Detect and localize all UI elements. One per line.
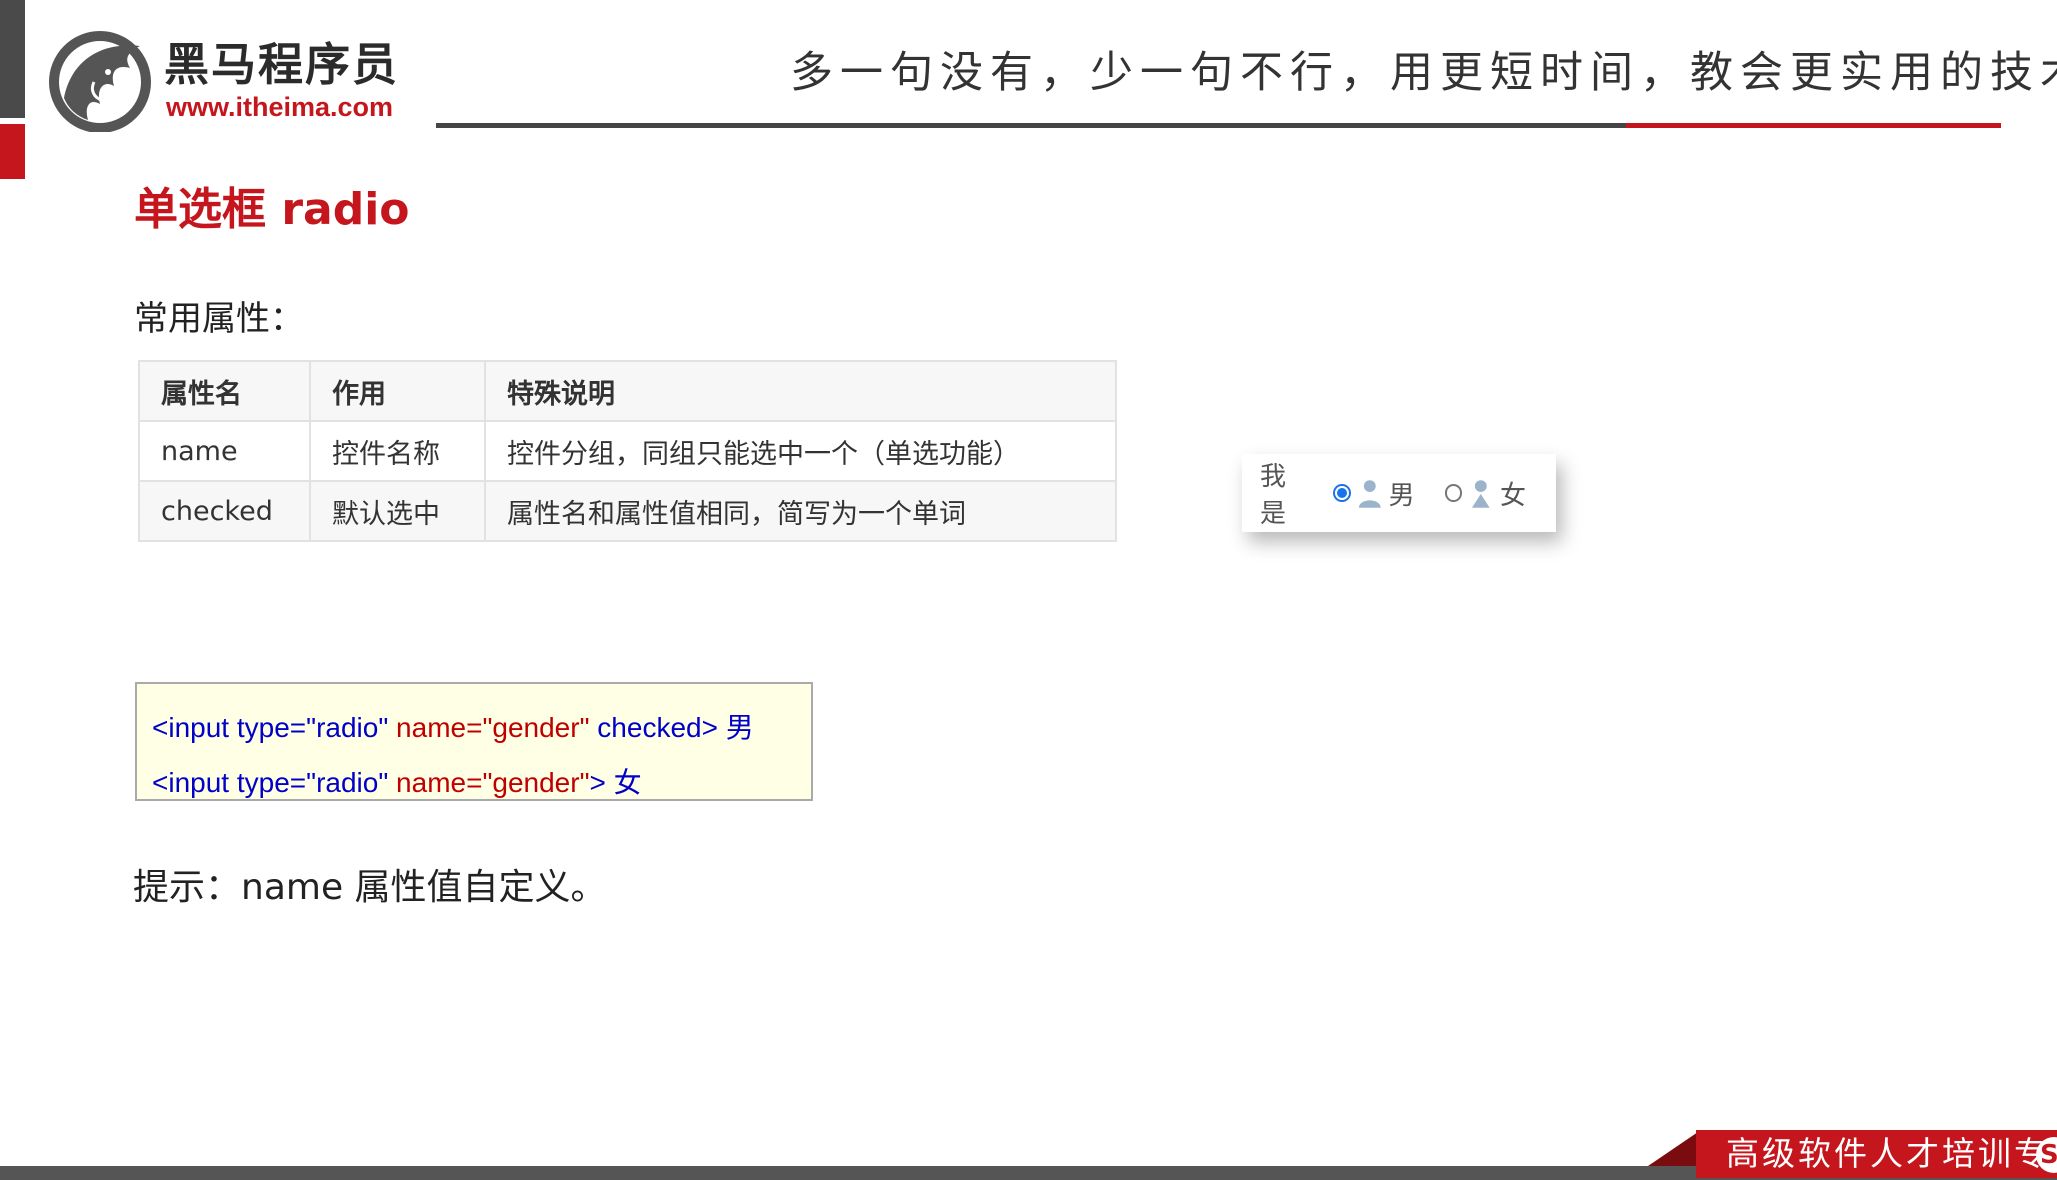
table-cell: name [138, 420, 311, 482]
radio-female[interactable] [1444, 484, 1463, 502]
header-rule-red [1626, 123, 2001, 128]
horse-logo-icon [49, 31, 151, 132]
radio-demo-label: 我是 [1260, 462, 1287, 529]
table-cell: 属性名和属性值相同，简写为一个单词 [484, 480, 1117, 542]
table-row: name 控件名称 控件分组，同组只能选中一个（单选功能） [138, 420, 1117, 482]
radio-demo-card: 我是 男 女 [1242, 454, 1556, 532]
male-person-icon [1358, 480, 1381, 508]
female-person-icon [1472, 480, 1491, 508]
page-title: 单选框 radio [134, 184, 410, 235]
table-cell: 控件名称 [309, 420, 486, 482]
table-cell: 控件分组，同组只能选中一个（单选功能） [484, 420, 1117, 482]
section-label: 常用属性： [134, 299, 304, 339]
header-slogan: 多一句没有，少一句不行，用更短时间，教会更实用的技术！ [790, 48, 2057, 98]
code-line: <input type="radio" name="gender" checke… [152, 706, 754, 746]
code-tag-rest: checked> [597, 712, 718, 743]
radio-female-text: 女 [1499, 480, 1526, 511]
footer-logo-icon: S [2036, 1137, 2057, 1173]
brand-name: 黑马程序员 [164, 38, 400, 91]
footer-triangle [1648, 1132, 1698, 1166]
radio-male[interactable] [1333, 484, 1351, 502]
code-text: 女 [613, 766, 642, 799]
hint-text: 提示：name 属性值自定义。 [133, 867, 607, 908]
code-text: 男 [725, 711, 754, 744]
code-attr: name="gender" [396, 712, 590, 743]
table-header-cell: 作用 [309, 360, 486, 422]
table-cell: 默认选中 [309, 480, 486, 542]
left-edge-dark-bar [0, 0, 25, 118]
table-row: checked 默认选中 属性名和属性值相同，简写为一个单词 [138, 480, 1117, 542]
brand-url[interactable]: www.itheima.com [166, 94, 393, 121]
attributes-table: 属性名 作用 特殊说明 name 控件名称 控件分组，同组只能选中一个（单选功能… [138, 360, 1117, 542]
table-cell: checked [138, 480, 311, 542]
code-line: <input type="radio" name="gender"> 女 [152, 761, 642, 801]
code-tag-rest: > [589, 767, 606, 798]
table-header-cell: 特殊说明 [484, 360, 1117, 422]
table-header-row: 属性名 作用 特殊说明 [138, 360, 1117, 422]
radio-male-text: 男 [1388, 480, 1415, 511]
table-header-cell: 属性名 [138, 360, 311, 422]
header-rule-dark [436, 123, 1626, 128]
left-edge-red-bar [0, 124, 25, 179]
footer-text: 高级软件人才培训专 [1726, 1134, 2050, 1173]
code-tag: <input type="radio" [152, 767, 389, 798]
code-example-box: <input type="radio" name="gender" checke… [135, 682, 813, 801]
code-attr: name="gender" [396, 767, 590, 798]
code-tag: <input type="radio" [152, 712, 389, 743]
